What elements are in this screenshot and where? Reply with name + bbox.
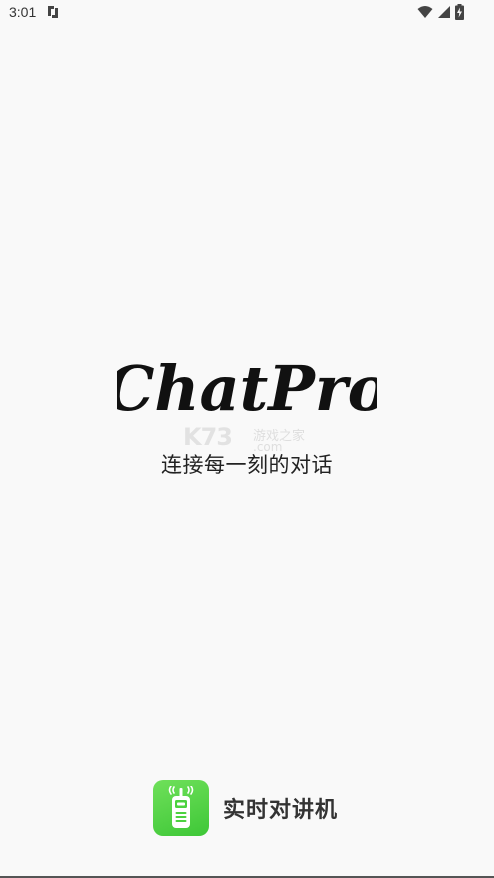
cellular-signal-icon — [437, 5, 451, 19]
sync-app-icon — [45, 4, 61, 20]
status-time: 3:01 — [9, 4, 37, 20]
svg-text:ChatPro: ChatPro — [117, 352, 377, 425]
status-right-icons — [417, 4, 464, 20]
logo-area: ChatPro — [0, 348, 494, 434]
chatpro-logo: ChatPro — [117, 352, 377, 425]
app-brand-name: 实时对讲机 — [223, 798, 339, 823]
wifi-icon — [417, 5, 433, 19]
status-bar: 3:01 — [0, 0, 494, 26]
tagline: 连接每一刻的对话 — [161, 453, 333, 477]
splash-screen: 3:01 ChatPro K73 游戏之家 .com 连接每一刻的对话 实时对讲… — [0, 0, 494, 878]
app-brand: 实时对讲机 — [153, 780, 338, 836]
walkie-talkie-icon — [153, 780, 209, 836]
battery-charging-icon — [455, 4, 464, 20]
